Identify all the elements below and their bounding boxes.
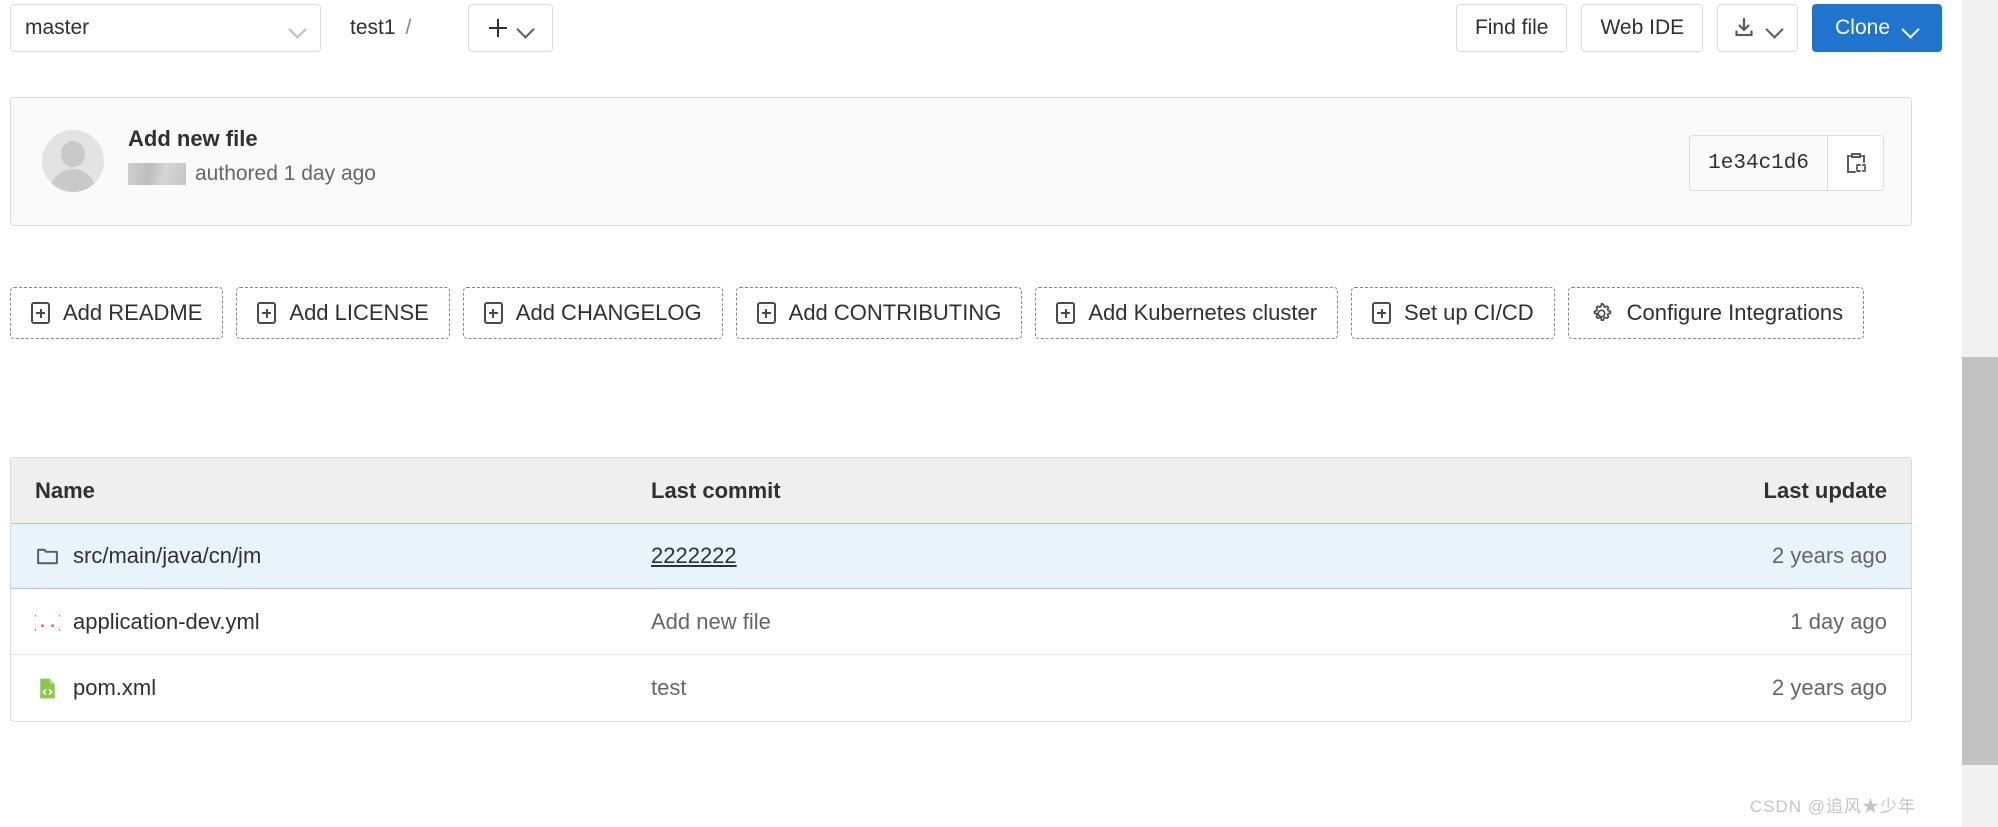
add-contributing-label: Add CONTRIBUTING xyxy=(788,300,1002,325)
file-name-cell: pom.xml xyxy=(11,675,651,701)
table-row[interactable]: src/main/java/cn/jm 2222222 2 years ago xyxy=(11,523,1911,589)
branch-selector-label: master xyxy=(25,16,90,39)
find-file-label: Find file xyxy=(1474,16,1549,39)
configure-integrations-button[interactable]: Configure Integrations xyxy=(1567,287,1865,339)
add-license-button[interactable]: Add LICENSE xyxy=(236,287,450,339)
add-kubernetes-cluster-label: Add Kubernetes cluster xyxy=(1088,300,1318,325)
plus-icon xyxy=(489,19,507,37)
repository-toolbar: master test1 / Find file Web IDE Clone xyxy=(0,0,1962,70)
web-ide-label: Web IDE xyxy=(1600,16,1685,39)
column-header-name: Name xyxy=(35,477,95,503)
breadcrumb-item-project[interactable]: test1 xyxy=(350,16,396,40)
add-readme-label: Add README xyxy=(63,300,203,325)
table-row[interactable]: {..} application-dev.yml Add new file 1 … xyxy=(11,589,1911,655)
watermark: CSDN @追风★少年 xyxy=(1749,797,1916,816)
file-name-link[interactable]: src/main/java/cn/jm xyxy=(73,543,261,569)
web-ide-button[interactable]: Web IDE xyxy=(1581,4,1704,52)
repository-page: master test1 / Find file Web IDE Clone A… xyxy=(0,0,1962,827)
vertical-scrollbar[interactable] xyxy=(1962,0,1998,827)
plus-square-icon xyxy=(1056,302,1076,324)
avatar-head xyxy=(61,141,85,167)
commit-sha-group: 1e34c1d6 xyxy=(1689,135,1884,191)
quick-actions: Add README Add LICENSE Add CHANGELOG Add… xyxy=(10,287,1910,339)
svg-text:{..}: {..} xyxy=(35,614,60,633)
add-changelog-button[interactable]: Add CHANGELOG xyxy=(462,287,723,339)
commit-authored-text: authored 1 day ago xyxy=(195,162,376,185)
vertical-scrollbar-thumb[interactable] xyxy=(1962,357,1998,765)
add-changelog-label: Add CHANGELOG xyxy=(515,300,702,325)
copy-sha-button[interactable] xyxy=(1827,136,1883,190)
clone-button[interactable]: Clone xyxy=(1812,4,1942,52)
add-contributing-button[interactable]: Add CONTRIBUTING xyxy=(735,287,1023,339)
branch-selector[interactable]: master xyxy=(10,4,321,52)
clone-label: Clone xyxy=(1835,16,1890,39)
plus-square-icon xyxy=(483,302,503,324)
add-kubernetes-cluster-button[interactable]: Add Kubernetes cluster xyxy=(1035,287,1339,339)
gear-icon xyxy=(1593,302,1611,321)
author-name-redacted xyxy=(128,163,186,185)
file-name-cell: src/main/java/cn/jm xyxy=(11,543,651,569)
set-up-ci-cd-label: Set up CI/CD xyxy=(1404,300,1534,325)
commit-author-line: authored 1 day ago xyxy=(128,162,376,186)
breadcrumb: test1 / xyxy=(350,4,421,52)
last-commit-cell: Add new file xyxy=(651,608,771,634)
breadcrumb-separator: / xyxy=(405,16,412,39)
file-name-link[interactable]: application-dev.yml xyxy=(73,609,260,635)
chevron-down-icon xyxy=(290,23,306,33)
file-name-link[interactable]: pom.xml xyxy=(73,675,156,701)
download-icon xyxy=(1735,17,1753,37)
folder-icon xyxy=(37,548,58,564)
add-to-tree-button[interactable] xyxy=(468,4,553,52)
commit-sha[interactable]: 1e34c1d6 xyxy=(1690,136,1827,190)
last-update-cell: 1 day ago xyxy=(1790,608,1887,634)
column-header-last-commit: Last commit xyxy=(651,477,781,503)
download-source-button[interactable] xyxy=(1717,4,1799,52)
last-update-cell: 2 years ago xyxy=(1772,543,1887,568)
table-header-row: Name Last commit Last update xyxy=(11,458,1911,524)
plus-square-icon xyxy=(257,302,277,324)
last-update-cell: 2 years ago xyxy=(1772,675,1887,700)
avatar xyxy=(42,130,104,192)
xml-file-icon xyxy=(40,678,55,698)
avatar-body xyxy=(50,169,96,192)
last-commit-card: Add new file authored 1 day ago 1e34c1d6 xyxy=(10,97,1912,226)
last-commit-cell: 2222222 xyxy=(651,543,1491,569)
column-header-last-update: Last update xyxy=(1763,477,1887,503)
configure-integrations-label: Configure Integrations xyxy=(1626,300,1844,325)
plus-square-icon xyxy=(1372,302,1392,324)
plus-square-icon xyxy=(31,302,50,324)
chevron-down-icon xyxy=(518,23,534,33)
set-up-ci-cd-button[interactable]: Set up CI/CD xyxy=(1351,287,1555,339)
add-readme-button[interactable]: Add README xyxy=(10,287,224,339)
find-file-button[interactable]: Find file xyxy=(1455,4,1568,52)
commit-message[interactable]: Add new file xyxy=(128,126,258,152)
last-commit-link[interactable]: 2222222 xyxy=(651,543,737,568)
file-name-cell: {..} application-dev.yml xyxy=(11,609,651,635)
clipboard-copy-icon xyxy=(1846,153,1866,173)
chevron-down-icon xyxy=(1903,23,1919,33)
chevron-down-icon xyxy=(1767,23,1783,33)
plus-square-icon xyxy=(756,302,776,324)
yaml-file-icon: {..} xyxy=(35,614,60,633)
file-list-table: Name Last commit Last update src/main/ja… xyxy=(10,457,1912,722)
last-commit-cell: test xyxy=(651,675,687,700)
toolbar-actions: Find file Web IDE Clone xyxy=(1455,4,1942,52)
table-row[interactable]: pom.xml test 2 years ago xyxy=(11,655,1911,721)
add-license-label: Add LICENSE xyxy=(289,300,429,325)
